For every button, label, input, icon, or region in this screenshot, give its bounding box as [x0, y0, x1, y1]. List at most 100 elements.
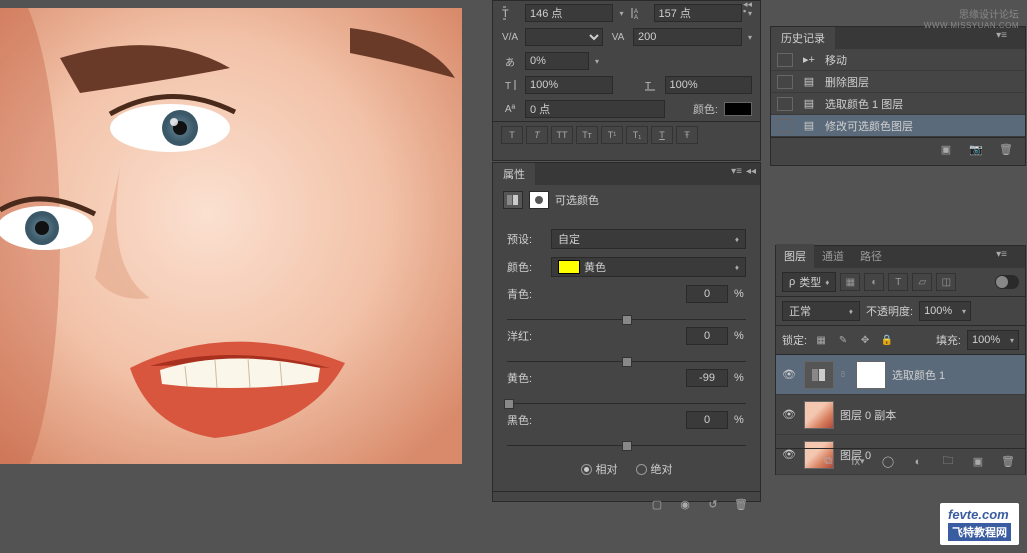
filter-smart-icon[interactable]: ◫ — [936, 273, 956, 291]
yellow-swatch-icon — [558, 260, 580, 274]
preset-select[interactable]: 自定♦ — [551, 229, 746, 249]
subscript-button[interactable]: T₁ — [626, 126, 648, 144]
panel-close-icon[interactable]: ◂◂ — [746, 166, 756, 177]
visibility-icon[interactable]: 👁 — [782, 368, 798, 381]
reset-icon[interactable]: ↺ — [704, 497, 722, 513]
mask-icon[interactable] — [529, 191, 549, 209]
filter-toggle[interactable] — [995, 275, 1019, 289]
layer-style-icon[interactable]: fx▾ — [849, 454, 867, 470]
view-previous-icon[interactable]: ◉ — [676, 497, 694, 513]
superscript-button[interactable]: T¹ — [601, 126, 623, 144]
panel-menu-icon[interactable]: ▾≡ — [996, 30, 1007, 41]
layer-thumbnail — [804, 401, 834, 429]
yellow-value[interactable] — [686, 369, 728, 387]
tsume-icon: あ — [501, 53, 519, 69]
tsume-input[interactable] — [525, 52, 589, 70]
history-source-checkbox[interactable] — [777, 53, 793, 67]
black-label: 黑色: — [507, 412, 545, 428]
new-layer-icon[interactable]: ▣ — [969, 454, 987, 470]
baseline-input[interactable] — [525, 100, 665, 118]
panel-menu-icon[interactable]: ▾≡ — [731, 166, 742, 177]
absolute-radio[interactable]: 绝对 — [636, 461, 673, 477]
document-canvas[interactable] — [0, 8, 462, 464]
layer-mask-icon[interactable]: ◯ — [879, 454, 897, 470]
tracking-input[interactable] — [633, 28, 742, 46]
new-document-icon[interactable]: ▣ — [937, 142, 955, 158]
history-item[interactable]: ▤ 选取颜色 1 图层 — [771, 93, 1025, 115]
lock-transparency-icon[interactable]: ▦ — [813, 333, 829, 347]
baseline-icon: Aª — [501, 101, 519, 117]
lock-pixels-icon[interactable]: ✎ — [835, 333, 851, 347]
history-source-checkbox[interactable] — [777, 119, 793, 133]
history-panel: 历史记录 ▾≡ ▸+ 移动 ▤ 删除图层 ▤ 选取颜色 1 图层 ▤ 修改可选颜… — [770, 26, 1026, 166]
history-item[interactable]: ▤ 删除图层 — [771, 71, 1025, 93]
filter-shape-icon[interactable]: ▱ — [912, 273, 932, 291]
svg-text:T: T — [505, 81, 511, 92]
properties-tab[interactable]: 属性 — [493, 163, 535, 185]
dropdown-arrow-icon[interactable]: ▾ — [619, 9, 623, 18]
panel-menu-icon[interactable]: ▾≡ — [996, 249, 1007, 260]
yellow-slider[interactable] — [507, 387, 746, 401]
leading-input[interactable] — [654, 4, 742, 22]
text-color-swatch[interactable] — [724, 102, 752, 116]
underline-button[interactable]: T — [651, 126, 673, 144]
history-source-checkbox[interactable] — [777, 97, 793, 111]
adjustment-icon[interactable] — [503, 191, 523, 209]
hscale-icon: T — [641, 77, 659, 93]
dropdown-arrow-icon[interactable]: ▾ — [595, 57, 599, 66]
history-tab[interactable]: 历史记录 — [771, 27, 835, 49]
new-snapshot-icon[interactable]: 📷 — [967, 142, 985, 158]
relative-radio[interactable]: 相对 — [581, 461, 618, 477]
filter-adjustment-icon[interactable]: ◐ — [864, 273, 884, 291]
panel-collapse-icon[interactable]: ◂◂▪ — [743, 1, 757, 15]
history-item[interactable]: ▤ 修改可选颜色图层 — [771, 115, 1025, 137]
clip-icon[interactable]: ▢ — [648, 497, 666, 513]
tab-paths[interactable]: 路径 — [852, 244, 890, 268]
colors-select[interactable]: 黄色 ♦ — [551, 257, 746, 277]
layer-item[interactable]: 👁 𝟾 选取颜色 1 — [776, 355, 1025, 395]
move-icon: ▸+ — [801, 53, 817, 67]
new-adjustment-icon[interactable]: ◐ — [909, 454, 927, 470]
smallcaps-button[interactable]: Tᴛ — [576, 126, 598, 144]
filter-pixel-icon[interactable]: ▦ — [840, 273, 860, 291]
document-icon: ▤ — [801, 119, 817, 133]
document-icon: ▤ — [801, 97, 817, 111]
black-value[interactable] — [686, 411, 728, 429]
visibility-icon[interactable]: 👁 — [782, 408, 798, 421]
bold-button[interactable]: T — [501, 126, 523, 144]
properties-panel: 属性 ▾≡ ◂◂ 可选颜色 预设: 自定♦ 颜色: 黄色 ♦ 青色: — [492, 162, 761, 502]
blend-mode-select[interactable]: 正常♦ — [782, 301, 860, 321]
cyan-value[interactable] — [686, 285, 728, 303]
layer-item[interactable]: 👁 图层 0 副本 — [776, 395, 1025, 435]
magenta-value[interactable] — [686, 327, 728, 345]
magenta-slider[interactable] — [507, 345, 746, 359]
character-panel: T ▾ AA ▾ V/A VA ▾ あ ▾ T T Aª 颜色: — [492, 0, 761, 161]
vscale-input[interactable] — [525, 76, 613, 94]
filter-type-icon[interactable]: T — [888, 273, 908, 291]
link-layers-icon[interactable]: ⧉ — [819, 454, 837, 470]
strike-button[interactable]: Ŧ — [676, 126, 698, 144]
lock-position-icon[interactable]: ✥ — [857, 333, 873, 347]
dropdown-arrow-icon[interactable]: ▾ — [748, 33, 752, 42]
opacity-input[interactable]: 100%▾ — [919, 301, 971, 321]
delete-icon[interactable]: 🗑 — [732, 497, 750, 513]
delete-layer-icon[interactable]: 🗑 — [999, 454, 1017, 470]
cyan-slider[interactable] — [507, 303, 746, 317]
delete-icon[interactable]: 🗑 — [997, 142, 1015, 158]
allcaps-button[interactable]: TT — [551, 126, 573, 144]
fill-input[interactable]: 100%▾ — [967, 330, 1019, 350]
history-item[interactable]: ▸+ 移动 — [771, 49, 1025, 71]
hscale-input[interactable] — [665, 76, 753, 94]
filter-kind-select[interactable]: ρ类型♦ — [782, 272, 836, 292]
tracking-icon: VA — [609, 29, 627, 45]
lock-all-icon[interactable]: 🔒 — [879, 333, 895, 347]
color-label: 颜色: — [693, 101, 718, 117]
tab-layers[interactable]: 图层 — [776, 244, 814, 268]
italic-button[interactable]: T — [526, 126, 548, 144]
tab-channels[interactable]: 通道 — [814, 244, 852, 268]
kerning-select[interactable] — [525, 28, 603, 46]
new-group-icon[interactable]: 🗀 — [939, 454, 957, 470]
history-source-checkbox[interactable] — [777, 75, 793, 89]
black-slider[interactable] — [507, 429, 746, 443]
font-size-input[interactable] — [525, 4, 613, 22]
